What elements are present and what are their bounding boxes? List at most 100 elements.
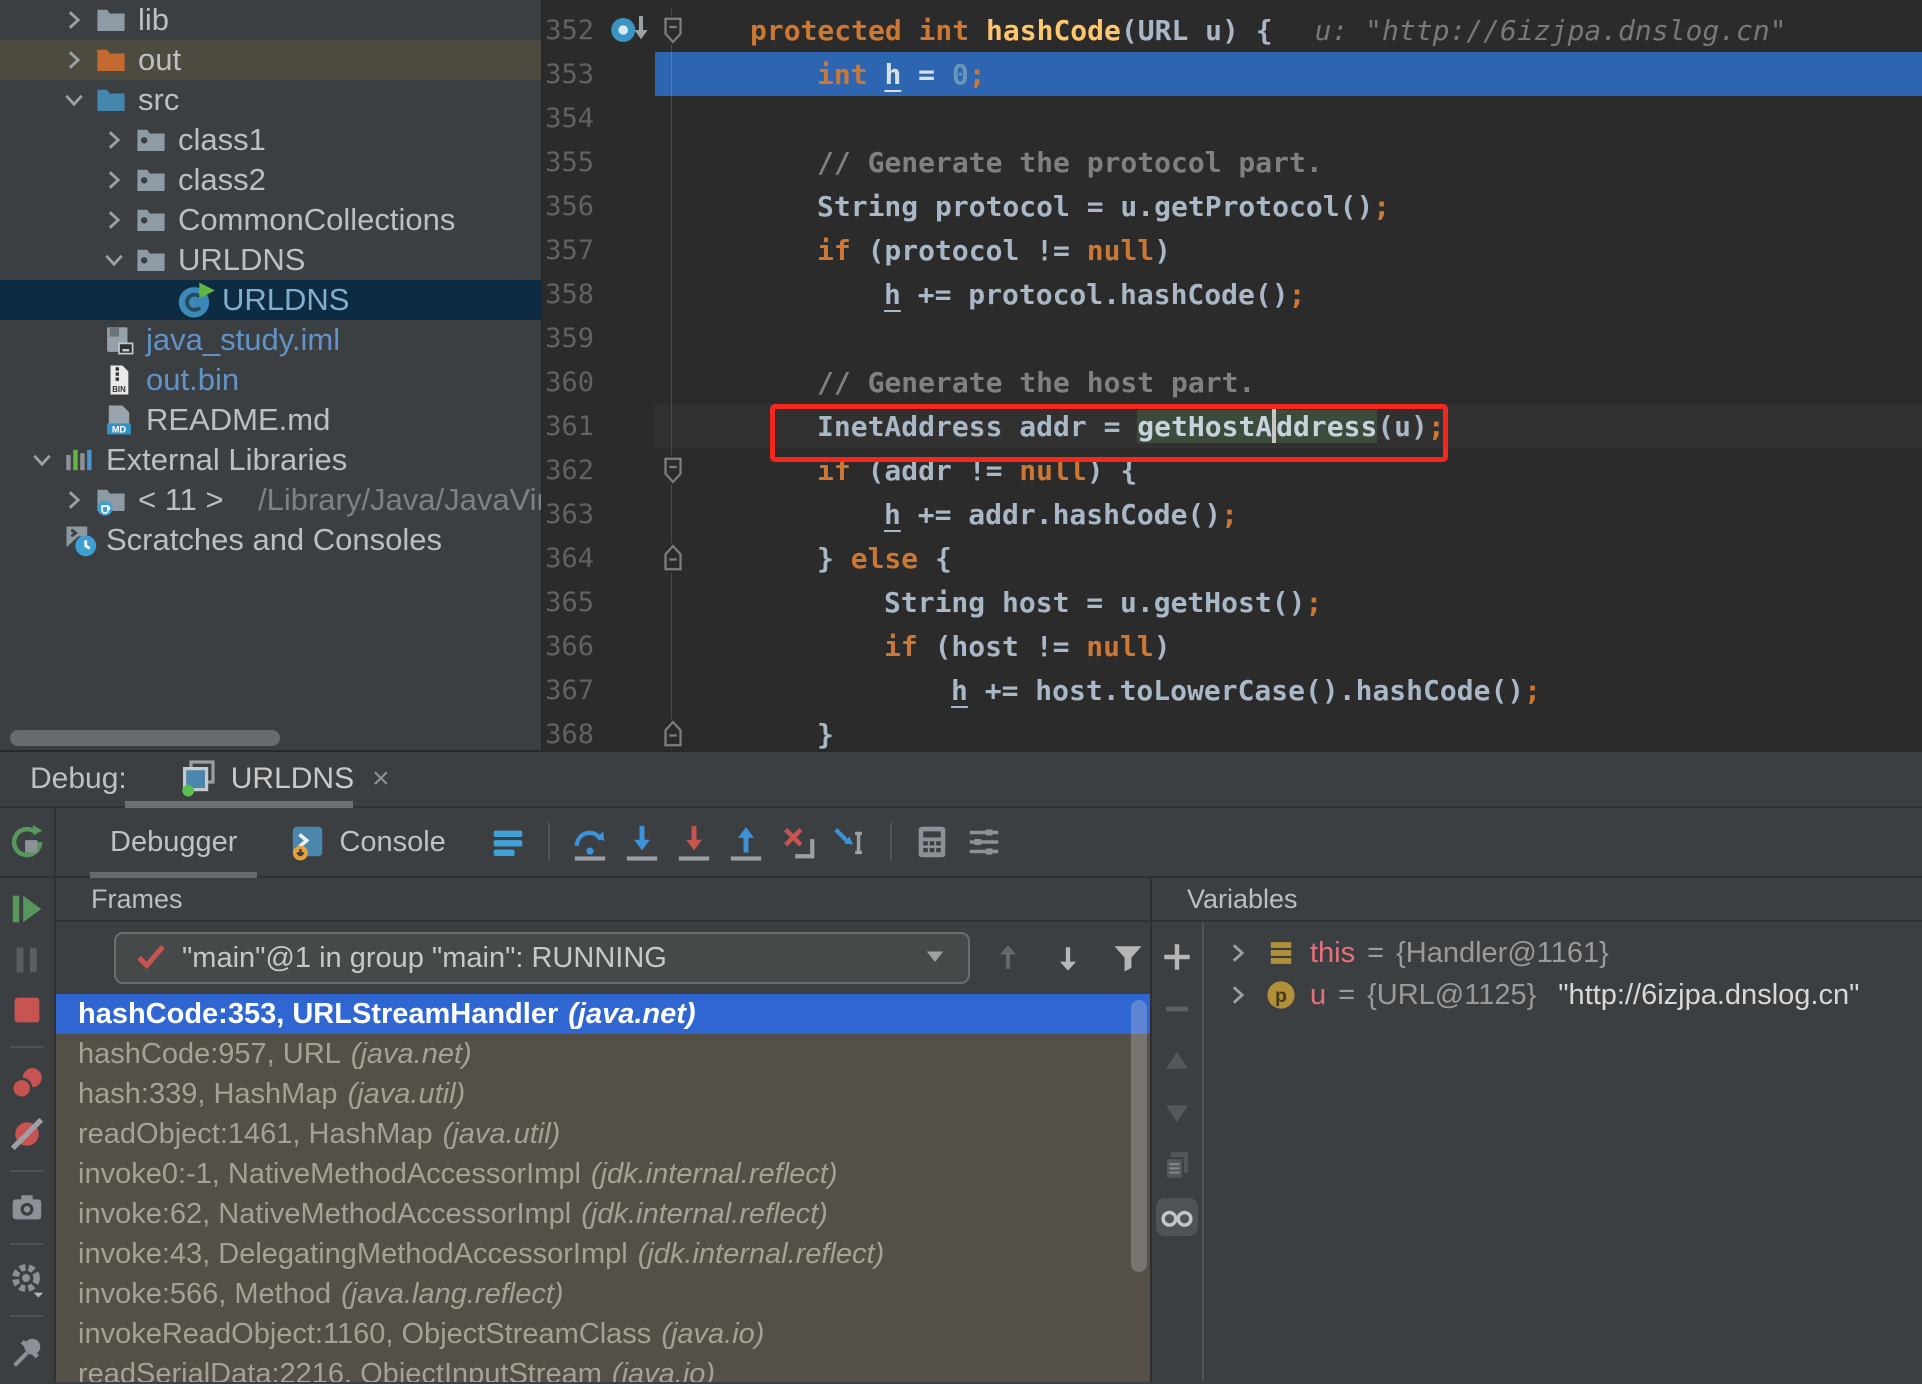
thread-dump-button[interactable]	[5, 1186, 49, 1228]
code-line-354[interactable]: 354	[543, 96, 1922, 140]
chevron-right-icon[interactable]	[100, 206, 128, 234]
frame-row[interactable]: hashCode:353, URLStreamHandler(java.net)	[56, 994, 1150, 1034]
code-line-368[interactable]: 368}	[543, 712, 1922, 750]
frame-row[interactable]: invoke:43, DelegatingMethodAccessorImpl(…	[56, 1234, 1150, 1274]
evaluate-expression-button[interactable]	[910, 820, 954, 864]
frame-row[interactable]: invoke0:-1, NativeMethodAccessorImpl(jdk…	[56, 1154, 1150, 1194]
code-line-360[interactable]: 360// Generate the host part.	[543, 360, 1922, 404]
add-watch-button[interactable]	[1156, 938, 1198, 976]
tree-horizontal-scrollbar[interactable]	[10, 730, 280, 746]
force-step-into-button[interactable]	[672, 820, 716, 864]
code-text[interactable]: String protocol = u.getProtocol();	[690, 184, 1922, 228]
frame-row[interactable]: hash:339, HashMap(java.util)	[56, 1074, 1150, 1114]
variable-row-u[interactable]: pu = {URL@1125}"http://6izjpa.dnslog.cn"	[1204, 974, 1922, 1016]
code-text[interactable]: if (protocol != null)	[690, 228, 1922, 272]
move-up-button[interactable]	[1156, 1042, 1198, 1080]
code-text[interactable]: }	[690, 712, 1922, 750]
frame-row[interactable]: hashCode:957, URL(java.net)	[56, 1034, 1150, 1074]
chevron-right-icon[interactable]	[100, 126, 128, 154]
chevron-down-icon[interactable]	[28, 446, 56, 474]
tree-item-out-bin[interactable]: BINout.bin	[0, 360, 541, 400]
fold-marker-icon[interactable]	[658, 455, 688, 485]
tree-item-class1[interactable]: class1	[0, 120, 541, 160]
tree-item-java-study-iml[interactable]: java_study.iml	[0, 320, 541, 360]
thread-selector-dropdown[interactable]: "main"@1 in group "main": RUNNING	[114, 932, 970, 984]
tree-item-urldns[interactable]: URLDNS	[0, 240, 541, 280]
chevron-right-icon[interactable]	[60, 6, 88, 34]
tree-item-external-libraries[interactable]: External Libraries	[0, 440, 541, 480]
chevron-right-icon[interactable]	[100, 166, 128, 194]
frame-row[interactable]: readSerialData:2216, ObjectInputStream(j…	[56, 1354, 1150, 1382]
settings-button[interactable]	[5, 1259, 49, 1301]
close-icon[interactable]: ×	[372, 762, 390, 796]
frame-row[interactable]: invoke:566, Method(java.lang.reflect)	[56, 1274, 1150, 1314]
show-watches-button[interactable]	[1156, 1198, 1198, 1236]
tree-item--11-[interactable]: < 11 >/Library/Java/JavaVirtualM	[0, 480, 541, 520]
code-line-355[interactable]: 355// Generate the protocol part.	[543, 140, 1922, 184]
frame-row[interactable]: readObject:1461, HashMap(java.util)	[56, 1114, 1150, 1154]
frames-scrollbar[interactable]	[1131, 1000, 1147, 1272]
filter-button[interactable]	[1106, 936, 1150, 980]
remove-watch-button[interactable]	[1156, 990, 1198, 1028]
chevron-right-icon[interactable]	[60, 486, 88, 514]
code-line-356[interactable]: 356String protocol = u.getProtocol();	[543, 184, 1922, 228]
step-into-button[interactable]	[620, 820, 664, 864]
code-text[interactable]: if (host != null)	[690, 624, 1922, 668]
tree-item-out[interactable]: out	[0, 40, 541, 80]
code-text[interactable]: // Generate the host part.	[690, 360, 1922, 404]
step-out-button[interactable]	[724, 820, 768, 864]
pin-button[interactable]	[5, 1331, 49, 1373]
fold-marker-icon[interactable]	[658, 543, 688, 573]
code-line-359[interactable]: 359	[543, 316, 1922, 360]
chevron-right-icon[interactable]	[1224, 981, 1252, 1009]
tree-item-urldns[interactable]: URLDNS	[0, 280, 541, 320]
drop-frame-button[interactable]	[776, 820, 820, 864]
tree-item-lib[interactable]: lib	[0, 0, 541, 40]
code-line-358[interactable]: 358h += protocol.hashCode();	[543, 272, 1922, 316]
frame-row[interactable]: invoke:62, NativeMethodAccessorImpl(jdk.…	[56, 1194, 1150, 1234]
rerun-button[interactable]	[0, 808, 56, 876]
code-text[interactable]: int h = 0;	[690, 52, 1922, 96]
chevron-down-icon[interactable]	[100, 246, 128, 274]
tab-debugger[interactable]: Debugger	[84, 808, 263, 876]
chevron-right-icon[interactable]	[1224, 939, 1252, 967]
tree-item-commoncollections[interactable]: CommonCollections	[0, 200, 541, 240]
fold-marker-icon[interactable]	[658, 15, 688, 45]
code-text[interactable]: if (addr != null) {	[690, 448, 1922, 492]
code-line-357[interactable]: 357if (protocol != null)	[543, 228, 1922, 272]
code-text[interactable]: String host = u.getHost();	[690, 580, 1922, 624]
code-line-362[interactable]: 362if (addr != null) {	[543, 448, 1922, 492]
thread-up-button[interactable]	[986, 936, 1030, 980]
code-text[interactable]: // Generate the protocol part.	[690, 140, 1922, 184]
thread-down-button[interactable]	[1046, 936, 1090, 980]
code-text[interactable]: InetAddress addr = getHostAddress(u);	[690, 404, 1922, 448]
chevron-right-icon[interactable]	[60, 46, 88, 74]
tree-item-readme-md[interactable]: MDREADME.md	[0, 400, 541, 440]
step-over-button[interactable]	[568, 820, 612, 864]
code-line-361[interactable]: 361InetAddress addr = getHostAddress(u);	[543, 404, 1922, 448]
code-line-352[interactable]: 352protected int hashCode(URL u) {u: "ht…	[543, 8, 1922, 52]
move-down-button[interactable]	[1156, 1094, 1198, 1132]
code-text[interactable]: h += protocol.hashCode();	[690, 272, 1922, 316]
code-line-353[interactable]: 353int h = 0;	[543, 52, 1922, 96]
code-line-364[interactable]: 364} else {	[543, 536, 1922, 580]
duplicate-watch-button[interactable]	[1156, 1146, 1198, 1184]
tab-console[interactable]: Console	[263, 808, 471, 876]
code-text[interactable]	[690, 316, 1922, 360]
tree-item-scratches-and-consoles[interactable]: Scratches and Consoles	[0, 520, 541, 560]
code-text[interactable]: protected int hashCode(URL u) {u: "http:…	[690, 8, 1922, 52]
code-line-365[interactable]: 365String host = u.getHost();	[543, 580, 1922, 624]
pause-button[interactable]	[5, 939, 49, 981]
layout-settings-button[interactable]	[962, 820, 1006, 864]
resume-button[interactable]	[5, 888, 49, 930]
code-line-366[interactable]: 366if (host != null)	[543, 624, 1922, 668]
code-line-363[interactable]: 363h += addr.hashCode();	[543, 492, 1922, 536]
code-line-367[interactable]: 367h += host.toLowerCase().hashCode();	[543, 668, 1922, 712]
fold-marker-icon[interactable]	[658, 719, 688, 749]
code-text[interactable]: } else {	[690, 536, 1922, 580]
threads-button[interactable]	[486, 820, 530, 864]
code-text[interactable]: h += host.toLowerCase().hashCode();	[690, 668, 1922, 712]
frame-row[interactable]: invokeReadObject:1160, ObjectStreamClass…	[56, 1314, 1150, 1354]
variable-row-this[interactable]: this = {Handler@1161}	[1204, 932, 1922, 974]
run-to-cursor-button[interactable]	[828, 820, 872, 864]
